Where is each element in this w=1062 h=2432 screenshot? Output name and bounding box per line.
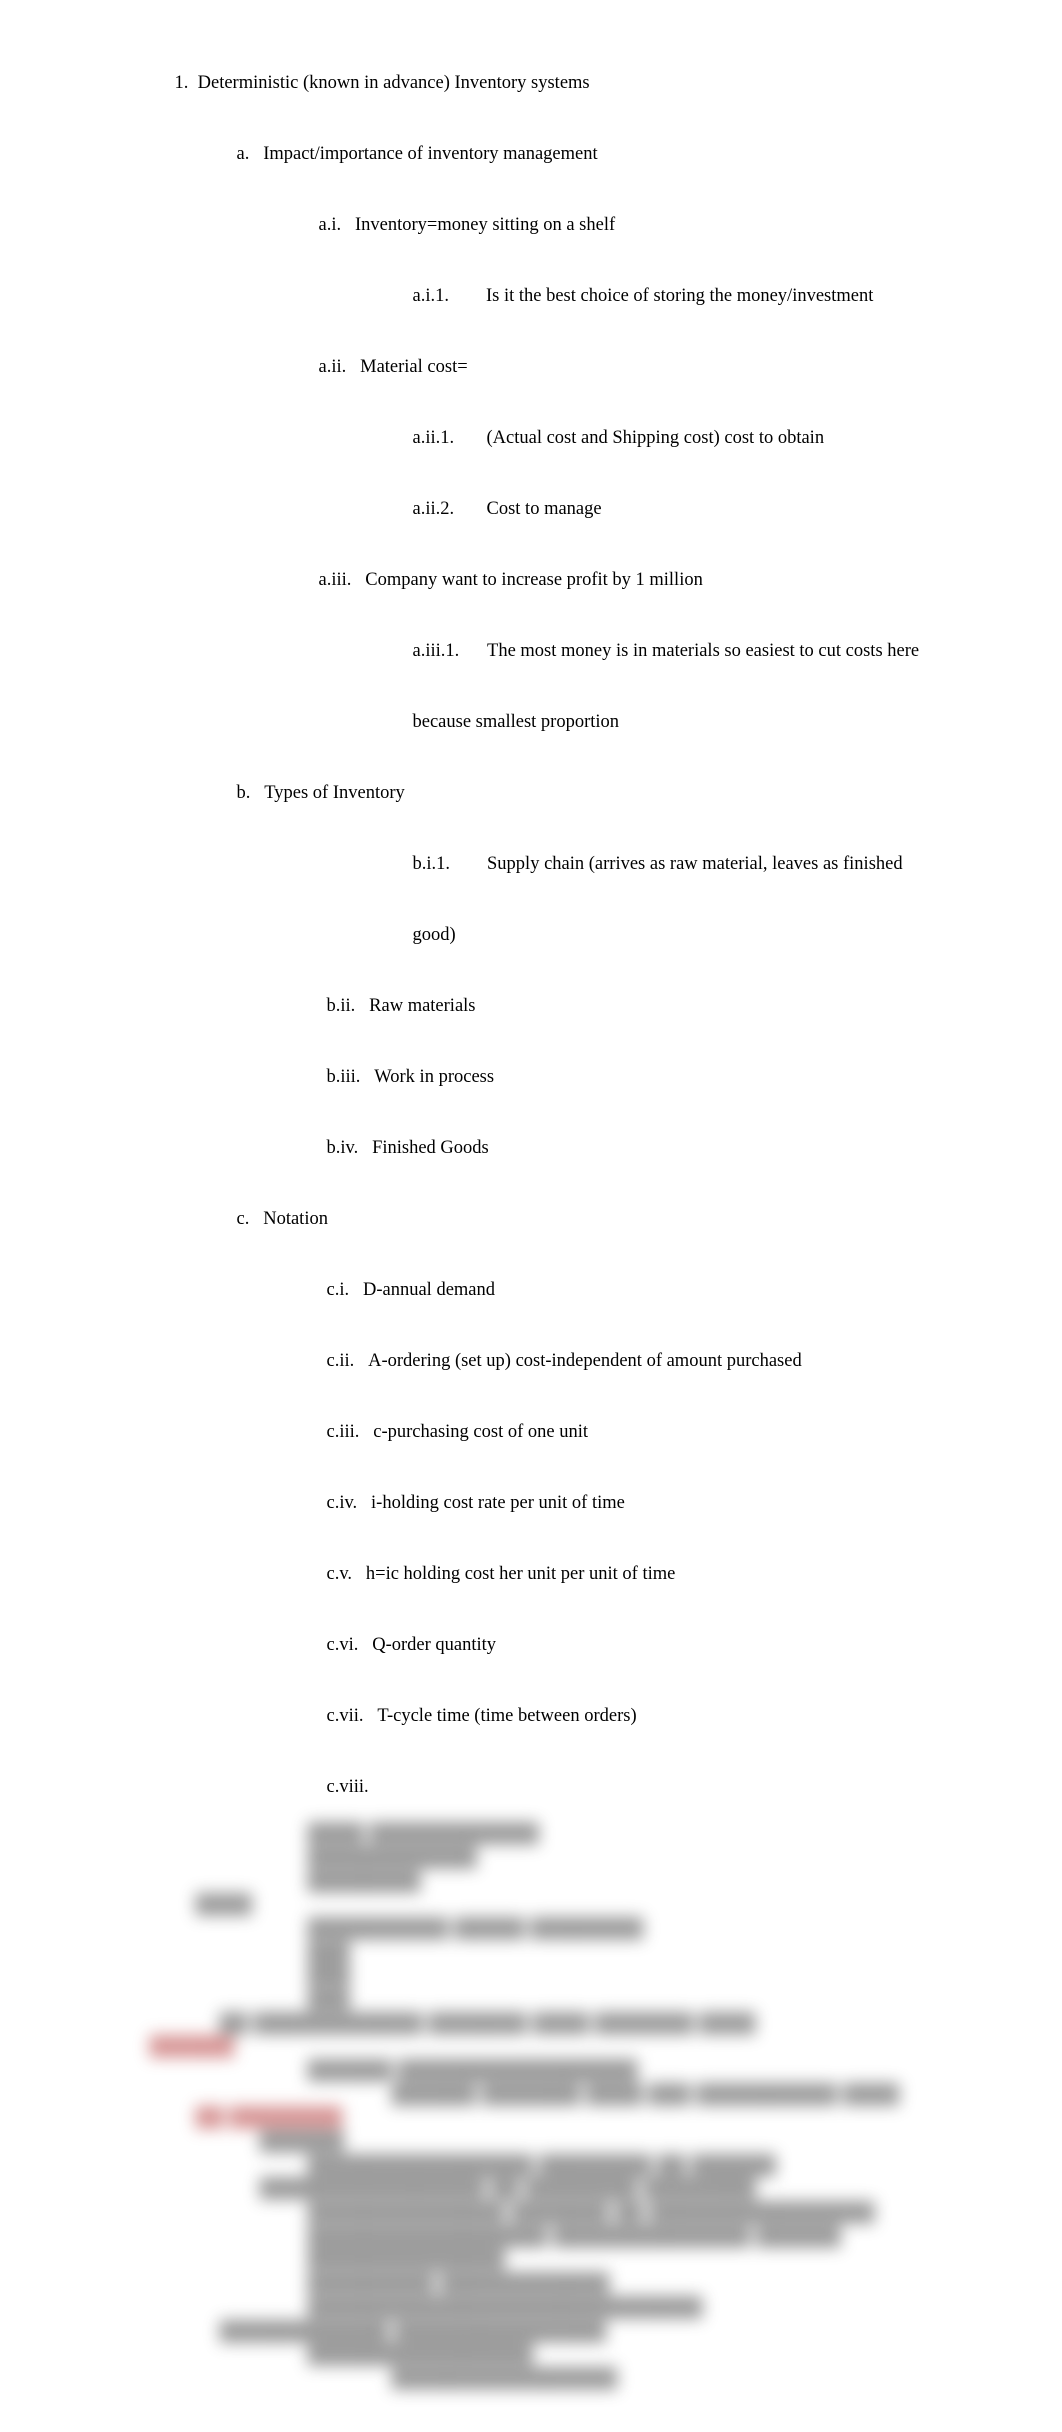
list-text: c-purchasing cost of one unit [373, 1422, 588, 1442]
redacted-line: █████████ ████████████ █████████████████… [80, 2273, 982, 2320]
list-item: b.iii. Work in process [80, 1042, 982, 1113]
list-number: b.iii. [327, 1067, 361, 1087]
list-number: c.vi. [327, 1635, 359, 1655]
list-number: b.i.1. [413, 854, 451, 874]
list-text: Deterministic (known in advance) Invento… [198, 73, 590, 93]
redacted-line: ████████████████ ████████ ██ ██████ [80, 2155, 982, 2179]
list-number: a.iii.1. [413, 641, 460, 661]
redacted-line: ███ [80, 1989, 982, 2013]
redacted-line: ███ [80, 1965, 982, 1989]
list-item: a.ii. Material cost= [80, 332, 982, 403]
list-text: Work in process [374, 1067, 494, 1087]
redacted-line: ██████████ █████ ████████ [80, 1918, 982, 1942]
list-item: 1. Deterministic (known in advance) Inve… [80, 48, 982, 119]
list-text: (Actual cost and Shipping cost) cost to … [487, 428, 825, 448]
redacted-line: ████ [80, 1894, 982, 1918]
redacted-line: ██ ████████ [80, 2107, 982, 2131]
list-item: c.v. h=ic holding cost her unit per unit… [80, 1539, 982, 1610]
redacted-line: █████████████████ ██████████████ ██████ … [80, 2226, 982, 2273]
redacted-line: ██████ █████████████████ [80, 2060, 982, 2084]
list-text: D-annual demand [363, 1280, 495, 1300]
list-item: c.vi. Q-order quantity [80, 1610, 982, 1681]
list-item: a.iii.1. The most money is in materials … [80, 616, 982, 687]
list-number: b.iv. [327, 1138, 359, 1158]
list-number: a.iii. [319, 570, 352, 590]
redacted-line: ███ [80, 1942, 982, 1966]
redacted-line: ██████ ███████ ████ ███ ██████████ ████ [80, 2084, 982, 2108]
list-item: b.ii. Raw materials [80, 971, 982, 1042]
redacted-line: ████████████████ [80, 2344, 982, 2368]
redacted-line: ████████████████ ██ ████████ ████████ [80, 2178, 982, 2202]
redacted-line: ██████████████ ███████ ██ ██████████████… [80, 2202, 982, 2226]
list-number: a. [237, 144, 250, 164]
list-number: c.ii. [327, 1351, 355, 1371]
list-number: c.viii. [327, 1777, 369, 1797]
redacted-line: ██████ [80, 2036, 982, 2060]
list-number: c.iii. [327, 1422, 360, 1442]
list-text: Supply chain (arrives as raw material, l… [487, 854, 903, 874]
list-text: h=ic holding cost her unit per unit of t… [366, 1564, 675, 1584]
list-item: a.i. Inventory=money sitting on a shelf [80, 190, 982, 261]
list-text: i-holding cost rate per unit of time [371, 1493, 625, 1513]
redacted-line: ████████████████ [80, 2368, 982, 2392]
list-number: c.v. [327, 1564, 353, 1584]
list-text: Types of Inventory [264, 783, 405, 803]
list-text: A-ordering (set up) cost-independent of … [368, 1351, 802, 1371]
list-text: Q-order quantity [372, 1635, 496, 1655]
list-text: Notation [263, 1209, 328, 1229]
redacted-line: ██ ████████████ ███████ ████ ███████ ███… [80, 2013, 982, 2037]
list-text: T-cycle time (time between orders) [377, 1706, 636, 1726]
list-text: Inventory=money sitting on a shelf [355, 215, 615, 235]
list-number: a.ii.2. [413, 499, 455, 519]
list-text: Is it the best choice of storing the mon… [486, 286, 873, 306]
list-number: c.iv. [327, 1493, 358, 1513]
list-number: a.i.1. [413, 286, 449, 306]
list-item: c.ii. A-ordering (set up) cost-independe… [80, 1326, 982, 1397]
list-text: Finished Goods [372, 1138, 489, 1158]
list-item: b. Types of Inventory [80, 758, 982, 829]
list-number: b.ii. [327, 996, 356, 1016]
list-item: a.iii. Company want to increase profit b… [80, 545, 982, 616]
list-item: c.i. D-annual demand [80, 1255, 982, 1326]
list-item: c.vii. T-cycle time (time between orders… [80, 1681, 982, 1752]
list-number: 1. [175, 73, 189, 93]
list-item: a.i.1. Is it the best choice of storing … [80, 261, 982, 332]
document-page: 1. Deterministic (known in advance) Inve… [0, 0, 1062, 2432]
list-text: The most money is in materials so easies… [487, 641, 919, 661]
list-number: c. [237, 1209, 250, 1229]
list-item: a.ii.2. Cost to manage [80, 474, 982, 545]
list-text: Impact/importance of inventory managemen… [263, 144, 597, 164]
redacted-line: ████████████ ███████████████ [80, 2321, 982, 2345]
redacted-line: ████ ████████████ [80, 1823, 982, 1847]
list-item: c. Notation [80, 1184, 982, 1255]
list-item: c.iii. c-purchasing cost of one unit [80, 1397, 982, 1468]
list-text-continuation: because smallest proportion [80, 687, 982, 758]
list-number: c.vii. [327, 1706, 364, 1726]
list-text-continuation: good) [80, 900, 982, 971]
list-item: c.viii. [80, 1752, 982, 1823]
list-item: b.i.1. Supply chain (arrives as raw mate… [80, 829, 982, 900]
list-number: a.ii. [319, 357, 347, 377]
redacted-line: ██████ [80, 2131, 982, 2155]
list-text: Company want to increase profit by 1 mil… [365, 570, 703, 590]
list-number: a.i. [319, 215, 342, 235]
list-item: a. Impact/importance of inventory manage… [80, 119, 982, 190]
list-number: b. [237, 783, 251, 803]
list-item: c.iv. i-holding cost rate per unit of ti… [80, 1468, 982, 1539]
list-item: a.ii.1. (Actual cost and Shipping cost) … [80, 403, 982, 474]
list-item: b.iv. Finished Goods [80, 1113, 982, 1184]
list-text: Material cost= [360, 357, 468, 377]
list-text: Raw materials [369, 996, 475, 1016]
redacted-line: ████████ [80, 1871, 982, 1895]
redacted-line: ████████████ [80, 1847, 982, 1871]
list-text: Cost to manage [487, 499, 602, 519]
list-number: a.ii.1. [413, 428, 455, 448]
list-number: c.i. [327, 1280, 350, 1300]
redacted-content: ████ ███████████████████████████████████… [80, 1823, 982, 2391]
